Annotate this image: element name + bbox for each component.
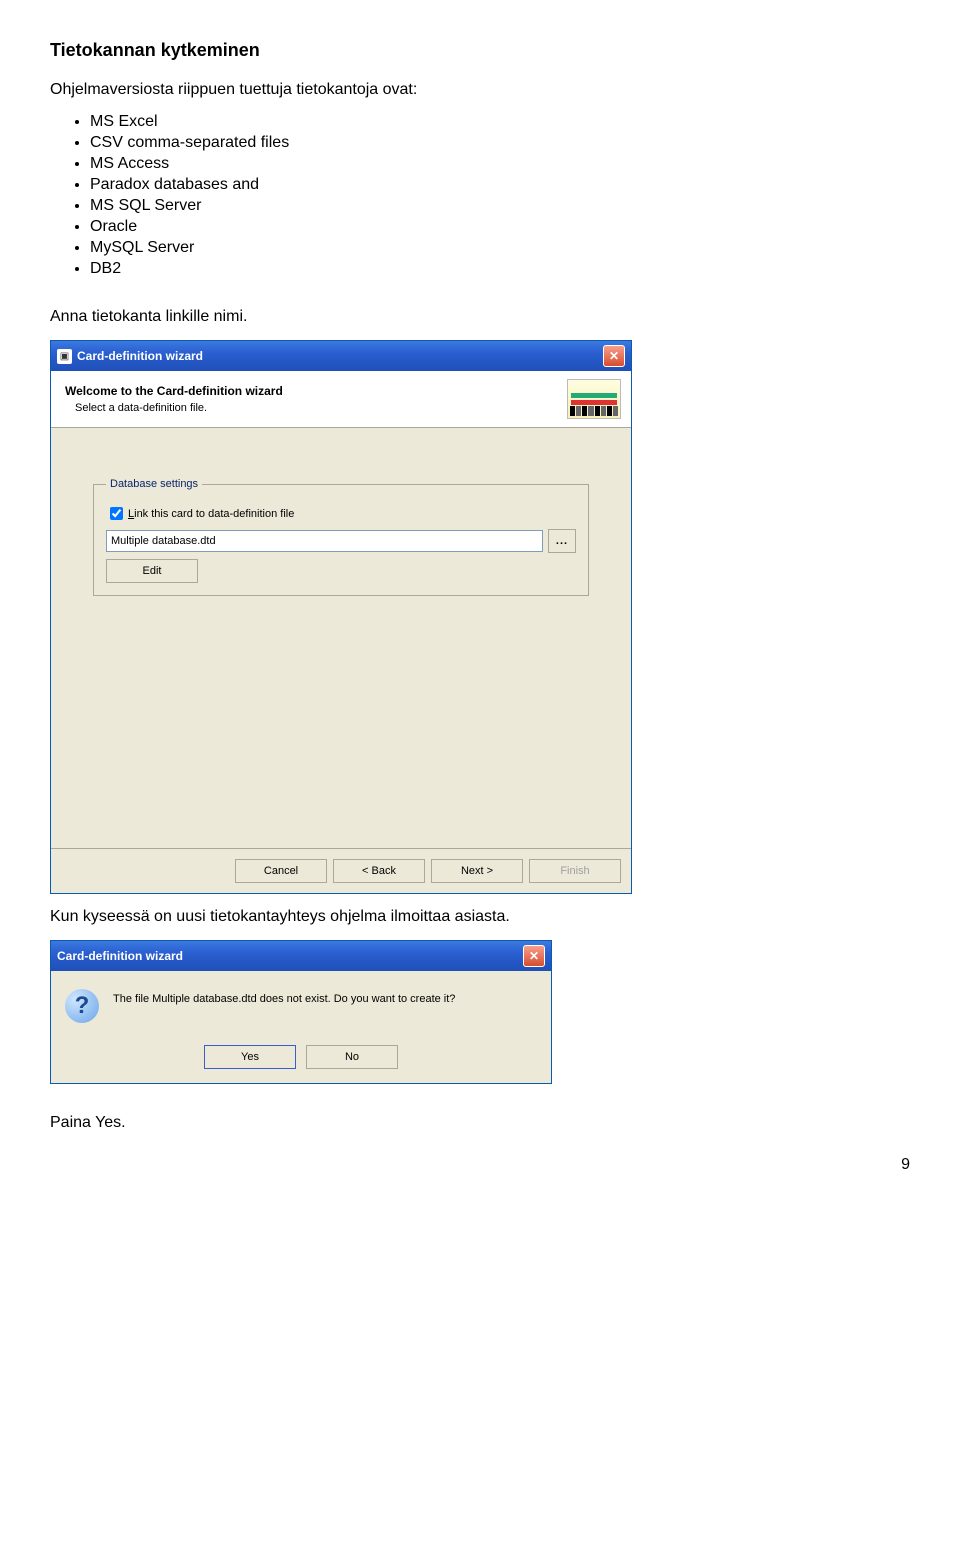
page-heading: Tietokannan kytkeminen xyxy=(50,40,910,61)
confirm-dialog: Card-definition wizard ✕ ? The file Mult… xyxy=(50,940,552,1084)
list-item: MS Access xyxy=(90,155,910,173)
list-item: MySQL Server xyxy=(90,239,910,257)
list-item: DB2 xyxy=(90,260,910,278)
list-item: MS SQL Server xyxy=(90,197,910,215)
banner-subtext: Select a data-definition file. xyxy=(65,402,567,414)
wizard-button-row: Cancel < Back Next > Finish xyxy=(51,848,631,893)
step-text: Kun kyseessä on uusi tietokantayhteys oh… xyxy=(50,908,910,926)
list-item: CSV comma-separated files xyxy=(90,134,910,152)
link-card-label: Link this card to data-definition file xyxy=(128,508,294,520)
window-title: Card-definition wizard xyxy=(57,949,523,963)
banner-heading: Welcome to the Card-definition wizard xyxy=(65,384,567,398)
data-definition-file-input[interactable]: Multiple database.dtd xyxy=(106,530,543,552)
list-item: Paradox databases and xyxy=(90,176,910,194)
database-settings-group: Database settings Link this card to data… xyxy=(93,478,589,596)
titlebar[interactable]: Card-definition wizard ✕ xyxy=(51,941,551,971)
list-item: Oracle xyxy=(90,218,910,236)
yes-button[interactable]: Yes xyxy=(204,1045,296,1069)
db-list: MS Excel CSV comma-separated files MS Ac… xyxy=(50,113,910,278)
titlebar[interactable]: ▣ Card-definition wizard ✕ xyxy=(51,341,631,371)
link-card-checkbox[interactable] xyxy=(110,507,123,520)
edit-button[interactable]: Edit xyxy=(106,559,198,583)
confirm-message: The file Multiple database.dtd does not … xyxy=(113,989,537,1005)
page-number: 9 xyxy=(901,1156,910,1174)
wizard-banner: Welcome to the Card-definition wizard Se… xyxy=(51,371,631,428)
group-legend: Database settings xyxy=(106,478,202,490)
intro-paragraph: Ohjelmaversiosta riippuen tuettuja tieto… xyxy=(50,81,910,99)
step-text: Anna tietokanta linkille nimi. xyxy=(50,308,910,326)
cancel-button[interactable]: Cancel xyxy=(235,859,327,883)
app-icon: ▣ xyxy=(57,349,72,364)
card-icon xyxy=(567,379,621,419)
list-item: MS Excel xyxy=(90,113,910,131)
question-icon: ? xyxy=(65,989,99,1023)
card-definition-wizard-dialog: ▣ Card-definition wizard ✕ Welcome to th… xyxy=(50,340,632,894)
window-title: Card-definition wizard xyxy=(77,349,603,363)
finish-button: Finish xyxy=(529,859,621,883)
close-icon[interactable]: ✕ xyxy=(523,945,545,967)
close-icon[interactable]: ✕ xyxy=(603,345,625,367)
step-text: Paina Yes. xyxy=(50,1114,910,1132)
back-button[interactable]: < Back xyxy=(333,859,425,883)
next-button[interactable]: Next > xyxy=(431,859,523,883)
no-button[interactable]: No xyxy=(306,1045,398,1069)
browse-button[interactable]: ... xyxy=(548,529,576,553)
